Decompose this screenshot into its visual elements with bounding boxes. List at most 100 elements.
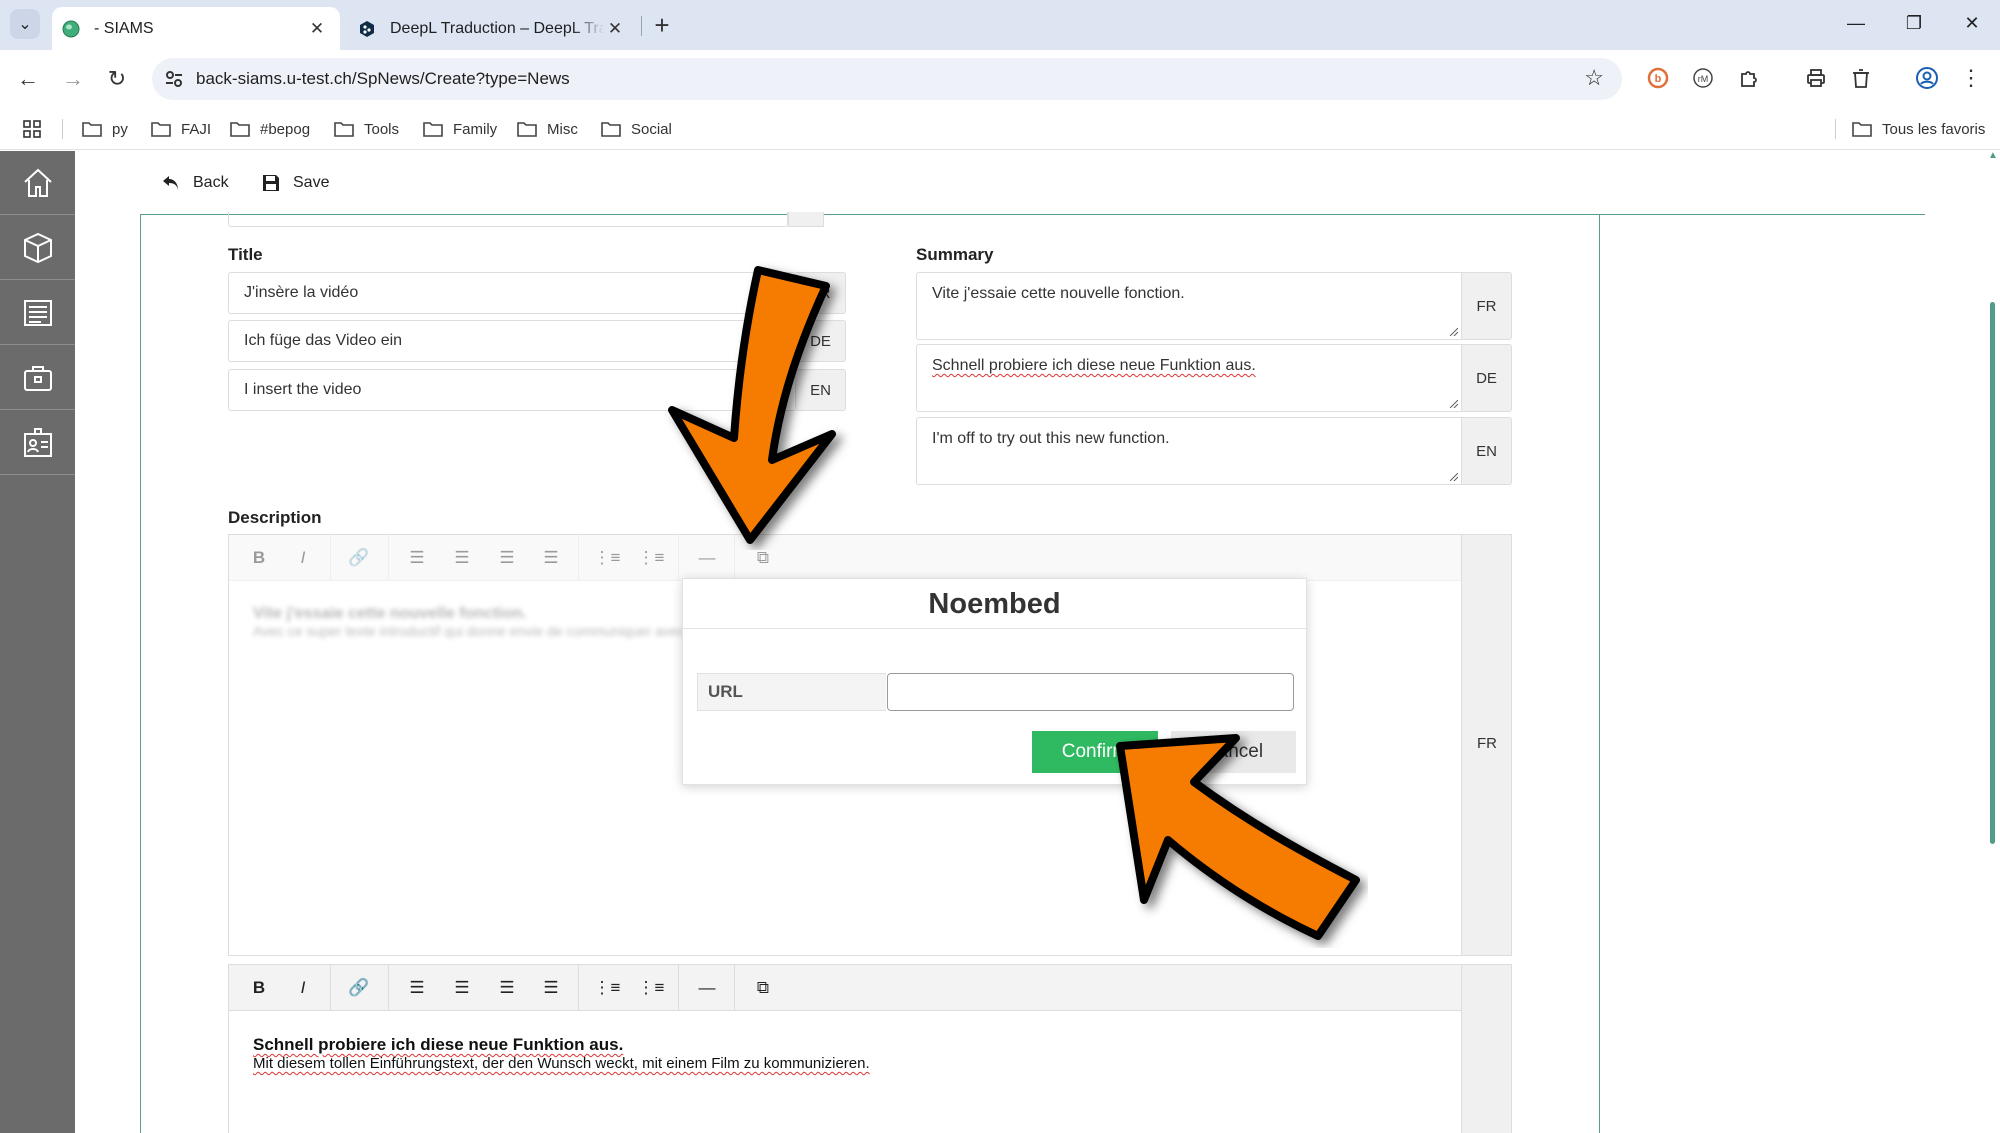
sidebar-item-news[interactable] (0, 281, 75, 345)
title-input-de[interactable]: Ich füge das Video ein (228, 320, 796, 362)
save-label: Save (293, 174, 330, 191)
folder-icon (1852, 122, 1872, 137)
floppy-disk-icon (263, 175, 279, 191)
all-bookmarks-folder[interactable]: Tous les favoris (1852, 117, 1985, 141)
bookmark-folder[interactable]: py (82, 117, 128, 141)
horizontal-rule-icon[interactable]: — (685, 535, 729, 581)
tab-title: DeepL Traduction – DeepL Translate (390, 19, 604, 37)
summary-textarea-en[interactable]: I'm off to try out this new function. (916, 417, 1462, 485)
cancel-button[interactable]: Cancel (1171, 731, 1296, 773)
back-arrow-icon[interactable]: ← (13, 64, 43, 94)
align-center-icon[interactable]: ☰ (440, 535, 484, 581)
embed-video-icon[interactable]: ⧉ (741, 535, 785, 581)
title-input-fr[interactable]: J'insère la vidéo (228, 272, 796, 314)
summary-textarea-de[interactable]: Schnell probiere ich diese neue Funktion… (916, 344, 1462, 412)
svg-text:b: b (1655, 73, 1662, 85)
align-left-icon[interactable]: ☰ (395, 965, 439, 1011)
italic-button[interactable]: I (281, 535, 325, 581)
align-right-icon[interactable]: ☰ (485, 965, 529, 1011)
star-icon[interactable]: ☆ (1584, 65, 1604, 91)
align-right-icon[interactable]: ☰ (485, 535, 529, 581)
forward-arrow-icon[interactable]: → (58, 64, 88, 94)
minimize-button[interactable]: — (1836, 8, 1876, 38)
url-text: back-siams.u-test.ch/SpNews/Create?type=… (196, 69, 570, 88)
align-center-icon[interactable]: ☰ (440, 965, 484, 1011)
bookmark-folder[interactable]: Family (423, 117, 497, 141)
confirm-button[interactable]: Confirm (1032, 731, 1158, 773)
numbered-list-icon[interactable]: ⋮≡ (629, 535, 673, 581)
numbered-list-icon[interactable]: ⋮≡ (629, 965, 673, 1011)
lang-tag-de: DE (796, 320, 846, 362)
extension-m-icon[interactable]: rM (1689, 64, 1717, 92)
cube-icon (23, 232, 52, 263)
summary-label: Summary (916, 245, 994, 264)
editor-line: Mit diesem tollen Einführungstext, der d… (253, 1055, 870, 1072)
page-scrollbar[interactable] (1990, 302, 1995, 844)
italic-button[interactable]: I (281, 965, 325, 1011)
extension-orange-icon[interactable]: b (1644, 64, 1672, 92)
profile-icon[interactable] (1913, 64, 1941, 92)
editor-line: Schnell probiere ich diese neue Funktion… (253, 1035, 624, 1054)
save-button[interactable]: Save (261, 168, 329, 198)
reload-icon[interactable]: ↻ (102, 64, 132, 94)
briefcase-icon (23, 365, 52, 391)
link-icon[interactable]: 🔗 (337, 965, 381, 1011)
summary-text: I'm off to try out this new function. (932, 430, 1170, 447)
list-document-icon (23, 299, 52, 326)
embed-video-icon[interactable]: ⧉ (741, 965, 785, 1011)
bullet-list-icon[interactable]: ⋮≡ (585, 535, 629, 581)
trash-icon[interactable] (1847, 64, 1875, 92)
apps-grid-icon[interactable] (22, 117, 42, 141)
address-bar[interactable]: back-siams.u-test.ch/SpNews/Create?type=… (152, 58, 1622, 100)
bookmark-folder[interactable]: Social (601, 117, 672, 141)
site-settings-icon[interactable] (162, 67, 186, 91)
sidebar-item-contacts[interactable] (0, 411, 75, 475)
bookmark-folder[interactable]: Misc (517, 117, 578, 141)
globe-green-icon (62, 20, 80, 37)
sidebar-item-home[interactable] (0, 151, 75, 215)
align-justify-icon[interactable]: ☰ (529, 535, 573, 581)
sidebar-item-jobs[interactable] (0, 346, 75, 410)
close-window-button[interactable]: ✕ (1952, 8, 1992, 38)
title-input-en[interactable]: I insert the video (228, 369, 796, 411)
folder-icon (423, 122, 443, 137)
extensions-puzzle-icon[interactable] (1735, 64, 1763, 92)
editor-content[interactable]: Schnell probiere ich diese neue Funktion… (253, 1035, 870, 1072)
sidebar-item-products[interactable] (0, 216, 75, 280)
more-menu-icon[interactable]: ⋮ (1957, 64, 1985, 92)
lang-tag-en: EN (1462, 417, 1512, 485)
print-icon[interactable] (1802, 64, 1830, 92)
bold-button[interactable]: B (237, 965, 281, 1011)
scroll-up-icon[interactable]: ▲ (1988, 150, 1998, 161)
close-icon[interactable]: ✕ (306, 19, 328, 39)
folder-icon (601, 122, 621, 137)
new-tab-button[interactable]: + (650, 10, 674, 40)
summary-text: Schnell probiere ich diese neue Funktion… (932, 357, 1256, 374)
bold-button[interactable]: B (237, 535, 281, 581)
bullet-list-icon[interactable]: ⋮≡ (585, 965, 629, 1011)
tab-siams[interactable]: - SIAMS ✕ (52, 7, 340, 50)
horizontal-rule-icon[interactable]: — (685, 965, 729, 1011)
tab-search-button[interactable]: ⌄ (10, 9, 40, 39)
bookmark-folder[interactable]: #bepog (230, 117, 310, 141)
bookmark-folder[interactable]: FAJI (151, 117, 211, 141)
bookmarks-bar: py FAJI #bepog Tools Family Misc Social … (0, 108, 2000, 150)
bookmark-label: FAJI (181, 120, 212, 138)
frame-line (1600, 214, 1925, 215)
browser-tab-bar: ⌄ - SIAMS ✕ DeepL Traduction – DeepL Tra… (0, 0, 2000, 50)
bookmark-folder[interactable]: Tools (334, 117, 399, 141)
align-left-icon[interactable]: ☰ (395, 535, 439, 581)
lang-column: FR (1461, 535, 1511, 955)
close-icon[interactable]: ✕ (604, 19, 626, 39)
restore-button[interactable]: ❐ (1894, 8, 1934, 38)
tab-deepl[interactable]: DeepL Traduction – DeepL Translate ✕ (348, 7, 638, 50)
summary-textarea-fr[interactable]: Vite j'essaie cette nouvelle fonction. (916, 272, 1462, 340)
bookmark-label: Family (453, 120, 498, 138)
back-button[interactable]: Back (161, 168, 229, 198)
tab-title: - SIAMS (94, 19, 154, 37)
url-input[interactable] (887, 673, 1294, 711)
link-icon[interactable]: 🔗 (337, 535, 381, 581)
bookmark-label: Tools (364, 120, 400, 138)
lang-tag-fr: FR (1477, 735, 1497, 752)
align-justify-icon[interactable]: ☰ (529, 965, 573, 1011)
